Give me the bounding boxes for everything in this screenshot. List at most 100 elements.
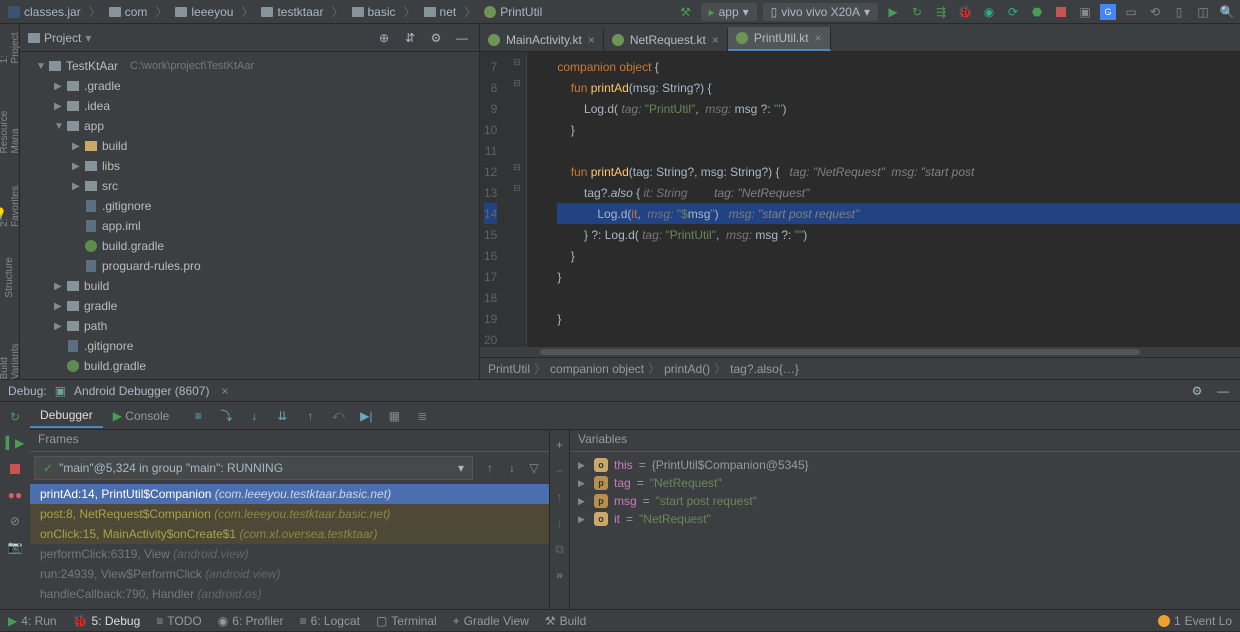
- code-line[interactable]: fun printAd(msg: String?) {: [557, 77, 1240, 98]
- copy-icon[interactable]: ⧉: [551, 540, 569, 558]
- code-line[interactable]: }: [557, 266, 1240, 287]
- line-number[interactable]: 19: [484, 308, 497, 329]
- sync-icon[interactable]: ⟲: [1146, 3, 1164, 21]
- line-number[interactable]: 17: [484, 266, 497, 287]
- line-number[interactable]: 9: [484, 98, 497, 119]
- prev-frame-icon[interactable]: ↑: [481, 459, 499, 477]
- breadcrumb-item[interactable]: com: [105, 5, 152, 19]
- thread-dropdown[interactable]: ✓ "main"@5,324 in group "main": RUNNING …: [34, 456, 473, 480]
- code-content[interactable]: companion object { fun printAd(msg: Stri…: [527, 52, 1240, 347]
- debugger-tab[interactable]: Debugger: [30, 404, 103, 428]
- code-line[interactable]: tag?.also { it: String tag: "NetRequest": [557, 182, 1240, 203]
- expand-arrow-icon[interactable]: ▶: [578, 478, 588, 489]
- code-line[interactable]: fun printAd(tag: String?, msg: String?) …: [557, 161, 1240, 182]
- code-line[interactable]: } ?: Log.d( tag: "PrintUtil", msg: msg ?…: [557, 224, 1240, 245]
- breadcrumb-item[interactable]: leeeyou: [171, 5, 237, 19]
- console-tab[interactable]: ▶ Console: [103, 405, 180, 427]
- layers-icon[interactable]: ▣: [1076, 3, 1094, 21]
- line-number[interactable]: 12: [484, 161, 497, 182]
- variable-row[interactable]: ▶othis = {PrintUtil$Companion@5345}: [574, 456, 1236, 474]
- fold-mark[interactable]: [507, 220, 526, 241]
- run-config-dropdown[interactable]: ▸ app ▾: [701, 3, 757, 21]
- tree-item[interactable]: app.iml: [20, 216, 479, 236]
- run-icon[interactable]: ▶: [884, 3, 902, 21]
- stop-icon[interactable]: [1052, 3, 1070, 21]
- code-line[interactable]: }: [557, 245, 1240, 266]
- tree-item[interactable]: ▶gradle: [20, 296, 479, 316]
- fold-mark[interactable]: ⊟: [507, 178, 526, 199]
- next-frame-icon[interactable]: ↓: [503, 459, 521, 477]
- run-tool-button[interactable]: ▶4: Run: [8, 614, 57, 628]
- tree-item[interactable]: ▶build: [20, 136, 479, 156]
- add-watch-icon[interactable]: +: [551, 436, 569, 454]
- fold-mark[interactable]: [507, 262, 526, 283]
- minimize-icon[interactable]: —: [1214, 382, 1232, 400]
- fold-mark[interactable]: [507, 241, 526, 262]
- editor-tab[interactable]: PrintUtil.kt×: [728, 27, 831, 51]
- build-tool-button[interactable]: ⚒Build: [545, 614, 586, 628]
- breadcrumb-item[interactable]: PrintUtil: [480, 5, 546, 19]
- debug-tool-button[interactable]: 🐞5: Debug: [73, 614, 141, 628]
- frame-row[interactable]: post:8, NetRequest$Companion (com.leeeyo…: [30, 504, 549, 524]
- fold-mark[interactable]: [507, 115, 526, 136]
- line-number[interactable]: 15: [484, 224, 497, 245]
- tree-item[interactable]: build.gradle: [20, 236, 479, 256]
- target-icon[interactable]: ⊕: [375, 29, 393, 47]
- terminal-tool-button[interactable]: ▢Terminal: [376, 614, 437, 628]
- tree-item[interactable]: ▶path: [20, 316, 479, 336]
- code-editor[interactable]: 7891011121314151617181920 ⊟⊟⊟⊟ companion…: [480, 52, 1240, 347]
- fold-mark[interactable]: [507, 304, 526, 325]
- gradle-tool-button[interactable]: +Gradle View: [453, 614, 529, 628]
- sdk-icon[interactable]: ◫: [1194, 3, 1212, 21]
- fold-mark[interactable]: [507, 136, 526, 157]
- breadcrumb-item[interactable]: basic: [348, 5, 400, 19]
- tree-item[interactable]: ▶libs: [20, 156, 479, 176]
- logcat-tool-button[interactable]: ≡6: Logcat: [300, 614, 360, 628]
- misc-icon[interactable]: ⬣: [1028, 3, 1046, 21]
- breadcrumb-item[interactable]: classes.jar: [4, 5, 85, 19]
- run-cursor-icon[interactable]: ▶|: [357, 407, 375, 425]
- line-number[interactable]: 7: [484, 56, 497, 77]
- tree-item[interactable]: .gitignore: [20, 196, 479, 216]
- tree-item[interactable]: ▶src: [20, 176, 479, 196]
- close-icon[interactable]: ×: [221, 384, 228, 398]
- fold-mark[interactable]: ⊟: [507, 73, 526, 94]
- more-icon[interactable]: »: [551, 566, 569, 584]
- editor-tab[interactable]: NetRequest.kt×: [604, 29, 728, 51]
- editor-tab[interactable]: MainActivity.kt×: [480, 29, 604, 51]
- event-log-button[interactable]: 1 Event Lo: [1158, 614, 1232, 628]
- tree-item[interactable]: ▶.idea: [20, 96, 479, 116]
- build-variants-tool-button[interactable]: Build Variants: [0, 328, 21, 379]
- line-number[interactable]: 18: [484, 287, 497, 308]
- list-icon[interactable]: ≡: [189, 407, 207, 425]
- resource-manager-tool-button[interactable]: Resource Mana: [0, 94, 21, 153]
- fold-mark[interactable]: [507, 94, 526, 115]
- tree-item[interactable]: build.gradle: [20, 356, 479, 376]
- tree-item[interactable]: proguard-rules.pro: [20, 256, 479, 276]
- chevron-down-icon[interactable]: ▾: [85, 31, 91, 45]
- code-line[interactable]: [557, 140, 1240, 161]
- code-line[interactable]: [557, 287, 1240, 308]
- remove-watch-icon[interactable]: −: [551, 462, 569, 480]
- frame-row[interactable]: handleCallback:790, Handler (android.os): [30, 584, 549, 604]
- line-number[interactable]: 11: [484, 140, 497, 161]
- todo-tool-button[interactable]: ≡TODO: [156, 614, 201, 628]
- project-panel-title[interactable]: Project: [44, 31, 81, 45]
- drop-frame-icon[interactable]: ⤺: [329, 407, 347, 425]
- frame-row[interactable]: run:24939, View$PerformClick (android.vi…: [30, 564, 549, 584]
- step-into-icon[interactable]: ↓: [245, 407, 263, 425]
- trace-icon[interactable]: ≣: [413, 407, 431, 425]
- code-line[interactable]: Log.d( tag: "PrintUtil", msg: msg ?: ""): [557, 98, 1240, 119]
- stop-icon[interactable]: [6, 460, 24, 478]
- breakpoints-icon[interactable]: ●●: [6, 486, 24, 504]
- line-number[interactable]: 20: [484, 329, 497, 347]
- fold-mark[interactable]: ⊟: [507, 157, 526, 178]
- tree-item[interactable]: ▶.gradle: [20, 76, 479, 96]
- search-icon[interactable]: 🔍: [1218, 3, 1236, 21]
- line-number[interactable]: 13: [484, 182, 497, 203]
- translate-icon[interactable]: G: [1100, 4, 1116, 20]
- nav-crumb-item[interactable]: printAd(): [664, 362, 710, 376]
- tree-item[interactable]: ▼app: [20, 116, 479, 136]
- minimize-icon[interactable]: —: [453, 29, 471, 47]
- gear-icon[interactable]: ⚙: [1188, 382, 1206, 400]
